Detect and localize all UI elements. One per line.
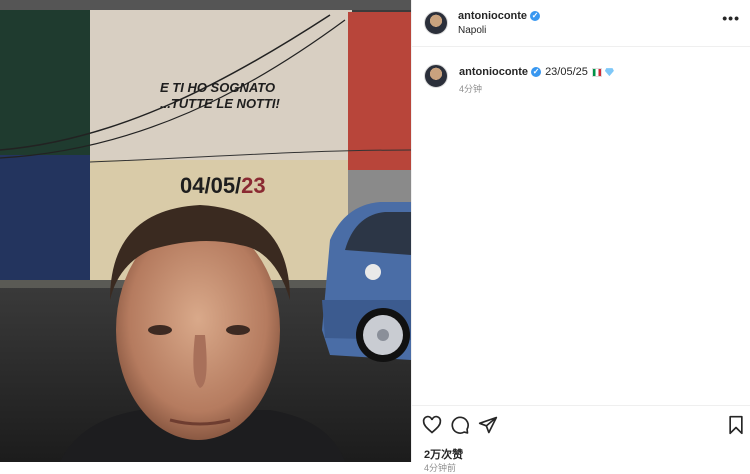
caption-line: antonioconte ✓ 23/05/25 (459, 66, 614, 78)
caption-avatar[interactable] (424, 64, 448, 88)
caption-time: 4分钟 (459, 84, 483, 94)
post-header: antonioconte ✓ Napoli ••• (412, 0, 750, 47)
post-time: 4分钟前 (424, 463, 457, 473)
italy-flag-icon (591, 67, 602, 77)
post-photo: E TI HO SOGNATO ...TUTTE LE NOTTI! 04/05… (0, 0, 411, 462)
wall-top (0, 0, 411, 10)
wall-date: 04/05/23 (180, 173, 266, 198)
caption-username[interactable]: antonioconte (459, 66, 528, 78)
post-image[interactable]: E TI HO SOGNATO ...TUTTE LE NOTTI! 04/05… (0, 0, 411, 462)
wall-date-year: 23 (241, 173, 265, 198)
wall-text-line2: ...TUTTE LE NOTTI! (160, 96, 281, 111)
wall-date-main: 04/05/ (180, 173, 241, 198)
bookmark-icon[interactable] (726, 415, 746, 435)
header-location[interactable]: Napoli (458, 25, 486, 36)
comment-icon[interactable] (450, 415, 470, 435)
diamond-icon (604, 68, 614, 77)
panel-divider (411, 0, 412, 462)
share-icon[interactable] (478, 415, 498, 435)
more-options-button[interactable]: ••• (722, 10, 740, 26)
header-username-text[interactable]: antonioconte (458, 10, 527, 22)
wall-text-line1: E TI HO SOGNATO (160, 80, 275, 95)
action-bar: 2万次赞 4分钟前 (412, 405, 750, 473)
wall-red (348, 12, 411, 172)
verified-icon: ✓ (531, 67, 542, 78)
wall-blue (0, 155, 95, 280)
likes-count[interactable]: 2万次赞 (424, 446, 463, 462)
header-username[interactable]: antonioconte ✓ (458, 10, 541, 22)
verified-icon: ✓ (530, 11, 541, 22)
caption-text: 23/05/25 (545, 66, 588, 78)
avatar[interactable] (424, 11, 448, 35)
heart-icon[interactable] (422, 415, 442, 435)
